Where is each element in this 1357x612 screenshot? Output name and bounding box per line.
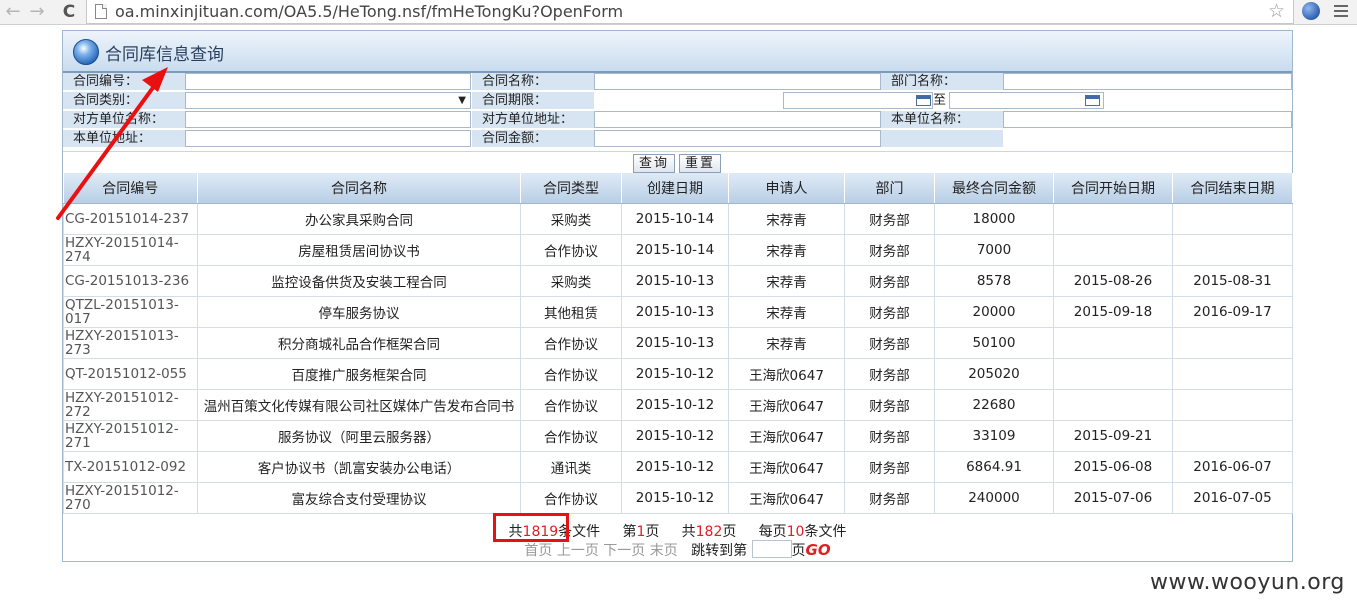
- watermark-text: www.wooyun.org: [1150, 570, 1345, 595]
- arrow-shaft: [56, 76, 162, 220]
- annotation-arrow: [56, 67, 168, 220]
- arrow-head: [142, 67, 168, 92]
